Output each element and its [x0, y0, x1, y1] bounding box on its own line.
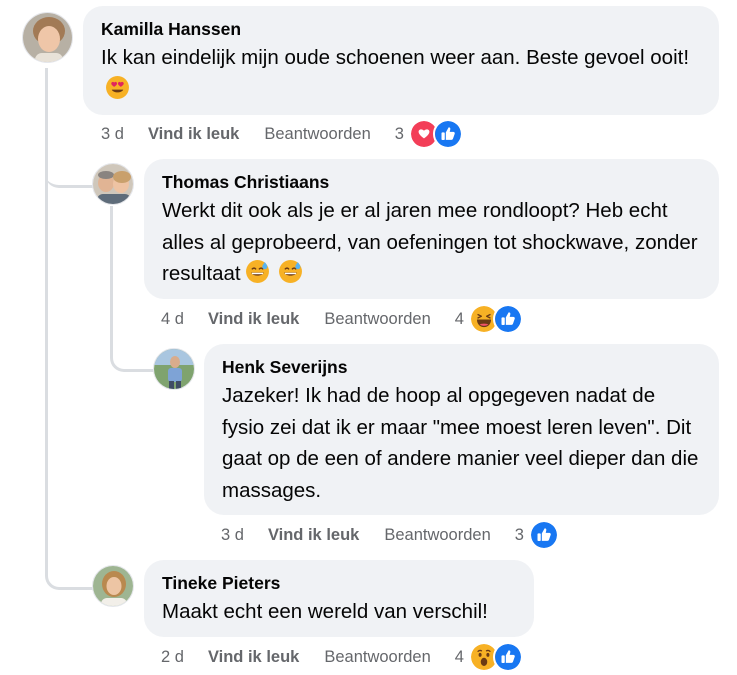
heart-eyes-emoji-icon — [106, 75, 129, 99]
comment-bubble: Thomas Christiaans Werkt dit ook als je … — [144, 159, 719, 299]
comment-timestamp[interactable]: 3 d — [101, 125, 124, 144]
avatar[interactable] — [153, 348, 195, 390]
comment-actions: 4 d Vind ik leuk Beantwoorden 4 — [161, 304, 523, 334]
comment-text-content: Ik kan eindelijk mijn oude schoenen weer… — [101, 46, 690, 69]
avatar[interactable] — [22, 12, 73, 63]
reply-button[interactable]: Beantwoorden — [324, 310, 430, 329]
thread-line-main — [45, 68, 48, 568]
reactions[interactable] — [408, 119, 463, 149]
comment-timestamp[interactable]: 2 d — [161, 648, 184, 667]
comment-text-content: Werkt dit ook als je er al jaren mee ron… — [162, 199, 698, 285]
reply-button[interactable]: Beantwoorden — [264, 125, 370, 144]
like-reaction-icon — [432, 119, 463, 149]
like-button[interactable]: Vind ik leuk — [148, 125, 239, 144]
comment-actions: 2 d Vind ik leuk Beantwoorden 4 — [161, 642, 523, 672]
comment-text: Ik kan eindelijk mijn oude schoenen weer… — [101, 42, 701, 105]
comment-bubble: Tineke Pieters Maakt echt een wereld van… — [144, 560, 534, 637]
reply-button[interactable]: Beantwoorden — [384, 526, 490, 545]
like-button[interactable]: Vind ik leuk — [208, 310, 299, 329]
comment-actions: 3 d Vind ik leuk Beantwoorden 3 — [221, 520, 559, 550]
comment-author[interactable]: Kamilla Hanssen — [101, 17, 701, 41]
reactions[interactable] — [528, 520, 559, 550]
comment-actions: 3 d Vind ik leuk Beantwoorden 3 — [101, 119, 463, 149]
reply-button[interactable]: Beantwoorden — [324, 648, 430, 667]
like-reaction-icon — [528, 520, 559, 550]
reaction-count[interactable]: 4 — [455, 310, 464, 329]
comment-text: Werkt dit ook als je er al jaren mee ron… — [162, 195, 701, 290]
comment-author[interactable]: Thomas Christiaans — [162, 170, 701, 194]
comment-timestamp[interactable]: 3 d — [221, 526, 244, 545]
avatar[interactable] — [92, 163, 134, 205]
comment-bubble: Kamilla Hanssen Ik kan eindelijk mijn ou… — [83, 6, 719, 115]
like-button[interactable]: Vind ik leuk — [268, 526, 359, 545]
reactions[interactable] — [468, 642, 523, 672]
like-button[interactable]: Vind ik leuk — [208, 648, 299, 667]
comment-text: Jazeker! Ik had de hoop al opgegeven nad… — [222, 384, 699, 502]
like-reaction-icon — [492, 642, 523, 672]
thread-curve-henk — [110, 340, 154, 372]
thread-curve-thomas — [45, 160, 95, 188]
comment-author[interactable]: Henk Severijns — [222, 355, 701, 379]
comment-text: Maakt echt een wereld van verschil! — [162, 600, 488, 623]
comment-bubble: Henk Severijns Jazeker! Ik had de hoop a… — [204, 344, 719, 515]
sweat-smile-emoji-icon — [245, 260, 269, 283]
avatar[interactable] — [92, 565, 134, 607]
reaction-count[interactable]: 4 — [455, 648, 464, 667]
reaction-count[interactable]: 3 — [515, 526, 524, 545]
reaction-count[interactable]: 3 — [395, 125, 404, 144]
like-reaction-icon — [492, 304, 523, 334]
comment-timestamp[interactable]: 4 d — [161, 310, 184, 329]
thread-curve-tineke — [45, 560, 93, 590]
sweat-smile-emoji-icon — [278, 260, 302, 283]
comment-author[interactable]: Tineke Pieters — [162, 571, 516, 595]
reactions[interactable] — [468, 304, 523, 334]
thread-line-thomas — [110, 206, 113, 356]
